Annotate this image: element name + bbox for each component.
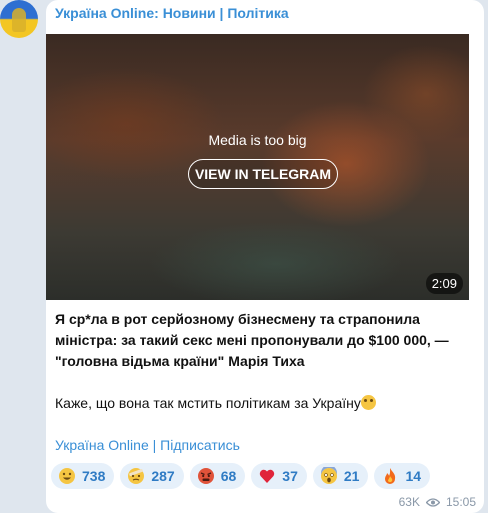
reaction-count: 738 bbox=[82, 468, 106, 484]
reaction-angry[interactable]: 68 bbox=[189, 463, 246, 489]
view-count: 63K bbox=[398, 495, 420, 509]
media-too-big-notice: Media is too big bbox=[208, 132, 307, 148]
reaction-count: 21 bbox=[343, 468, 360, 484]
reaction-fire[interactable]: 14 bbox=[374, 463, 431, 489]
post-headline: Я ср*ла в рот серйозному бізнесмену та с… bbox=[55, 311, 449, 369]
avatar-figure bbox=[12, 8, 26, 32]
grinning-face-icon bbox=[59, 468, 75, 484]
channel-avatar[interactable] bbox=[0, 0, 38, 38]
face-with-bandage-icon bbox=[128, 468, 145, 484]
angry-face-icon bbox=[197, 468, 214, 484]
screaming-face-icon bbox=[320, 467, 337, 484]
video-duration: 2:09 bbox=[425, 273, 463, 294]
view-in-telegram-button[interactable]: VIEW IN TELEGRAM bbox=[188, 159, 338, 189]
message-time: 15:05 bbox=[445, 495, 476, 509]
message-bubble: Україна Online: Новини | Політика Media … bbox=[46, 0, 484, 513]
subscribe-link[interactable]: Україна Online | Підписатись bbox=[55, 437, 240, 453]
message-footer: 63K 15:05 bbox=[399, 495, 476, 509]
reaction-count: 68 bbox=[220, 468, 237, 484]
flushed-face-icon bbox=[360, 395, 376, 410]
reaction-bandage[interactable]: 287 bbox=[120, 463, 184, 489]
reactions-bar: 738 287 68 37 21 14 bbox=[51, 463, 431, 489]
post-body-text: Каже, що вона так мстить політикам за Ук… bbox=[55, 395, 361, 411]
fire-icon bbox=[385, 468, 396, 484]
channel-name[interactable]: Україна Online: Новини | Політика bbox=[55, 5, 289, 21]
reaction-screaming[interactable]: 21 bbox=[312, 463, 369, 489]
eye-icon bbox=[425, 497, 440, 507]
reaction-count: 287 bbox=[151, 468, 175, 484]
red-heart-icon bbox=[260, 469, 275, 483]
reaction-heart[interactable]: 37 bbox=[251, 463, 307, 489]
post-text: Я ср*ла в рот серйозному бізнесмену та с… bbox=[55, 309, 465, 414]
reaction-count: 37 bbox=[282, 468, 298, 484]
reaction-count: 14 bbox=[405, 468, 422, 484]
reaction-grinning[interactable]: 738 bbox=[51, 463, 115, 489]
video-preview[interactable]: Media is too big VIEW IN TELEGRAM 2:09 bbox=[46, 34, 469, 300]
post-body: Каже, що вона так мстить політикам за Ук… bbox=[55, 393, 465, 414]
